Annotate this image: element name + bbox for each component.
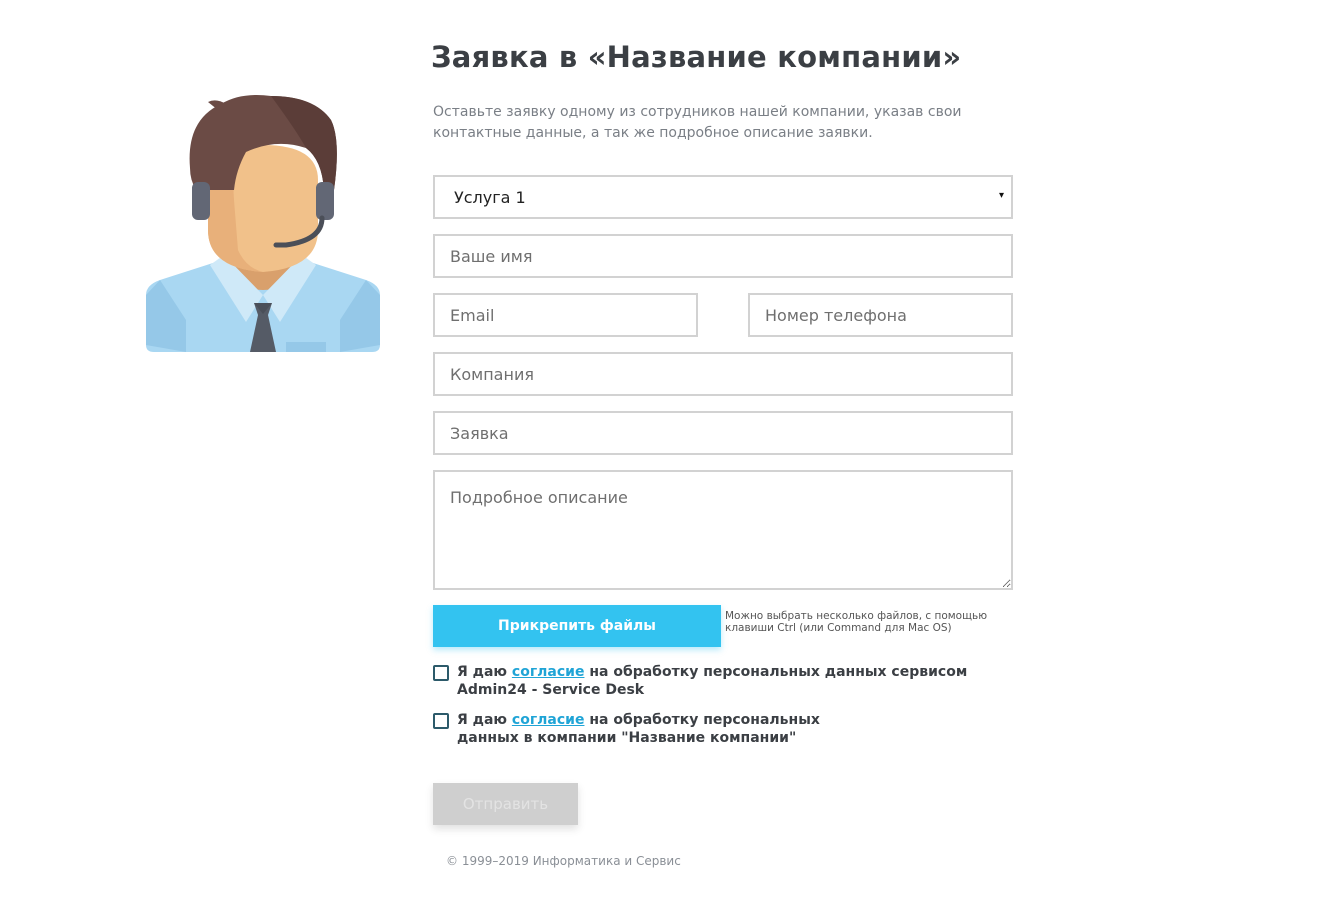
description-textarea[interactable] (433, 470, 1013, 590)
name-input[interactable] (433, 234, 1013, 278)
chevron-down-icon: ▾ (998, 190, 1004, 201)
submit-button[interactable]: Отправить (433, 783, 578, 825)
company-input[interactable] (433, 352, 1013, 396)
service-select[interactable]: Услуга 1 ▾ (433, 175, 1013, 219)
footer-copyright: © 1999–2019 Информатика и Сервис (446, 854, 681, 868)
attach-files-button[interactable]: Прикрепить файлы (433, 605, 721, 647)
consent-company-checkbox[interactable] (433, 713, 449, 729)
consent-company-text: Я даю согласие на обработку персональных… (457, 712, 820, 746)
service-select-value: Услуга 1 (454, 188, 526, 207)
consent-admin24-text: Я даю согласие на обработку персональных… (457, 664, 968, 698)
page-subtitle: Оставьте заявку одному из сотрудников на… (433, 104, 962, 141)
email-input[interactable] (433, 293, 698, 337)
consent-company-link[interactable]: согласие (512, 712, 585, 728)
phone-input[interactable] (748, 293, 1013, 337)
consent-admin24-link[interactable]: согласие (512, 664, 585, 680)
request-input[interactable] (433, 411, 1013, 455)
attach-files-note: Можно выбрать несколько файлов, с помощь… (725, 610, 988, 634)
consent-admin24-checkbox[interactable] (433, 665, 449, 681)
page-title: Заявка в «Название компании» (431, 40, 962, 74)
support-agent-avatar-icon (146, 95, 380, 352)
